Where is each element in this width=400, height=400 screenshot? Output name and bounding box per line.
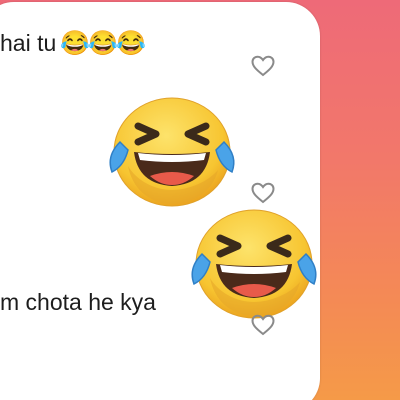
heart-reaction-icon[interactable] <box>250 54 276 78</box>
laughing-emoji-icon: 😂😂😂 <box>60 29 146 57</box>
message-text: m chota he kya <box>0 289 156 315</box>
message-text: hai tu <box>0 30 57 56</box>
laughing-sticker-icon[interactable] <box>180 198 324 331</box>
heart-reaction-icon[interactable] <box>250 313 276 337</box>
message-bubble[interactable]: hai tu 😂😂😂 <box>0 29 146 57</box>
message-bubble[interactable]: m chota he kya <box>0 289 156 316</box>
